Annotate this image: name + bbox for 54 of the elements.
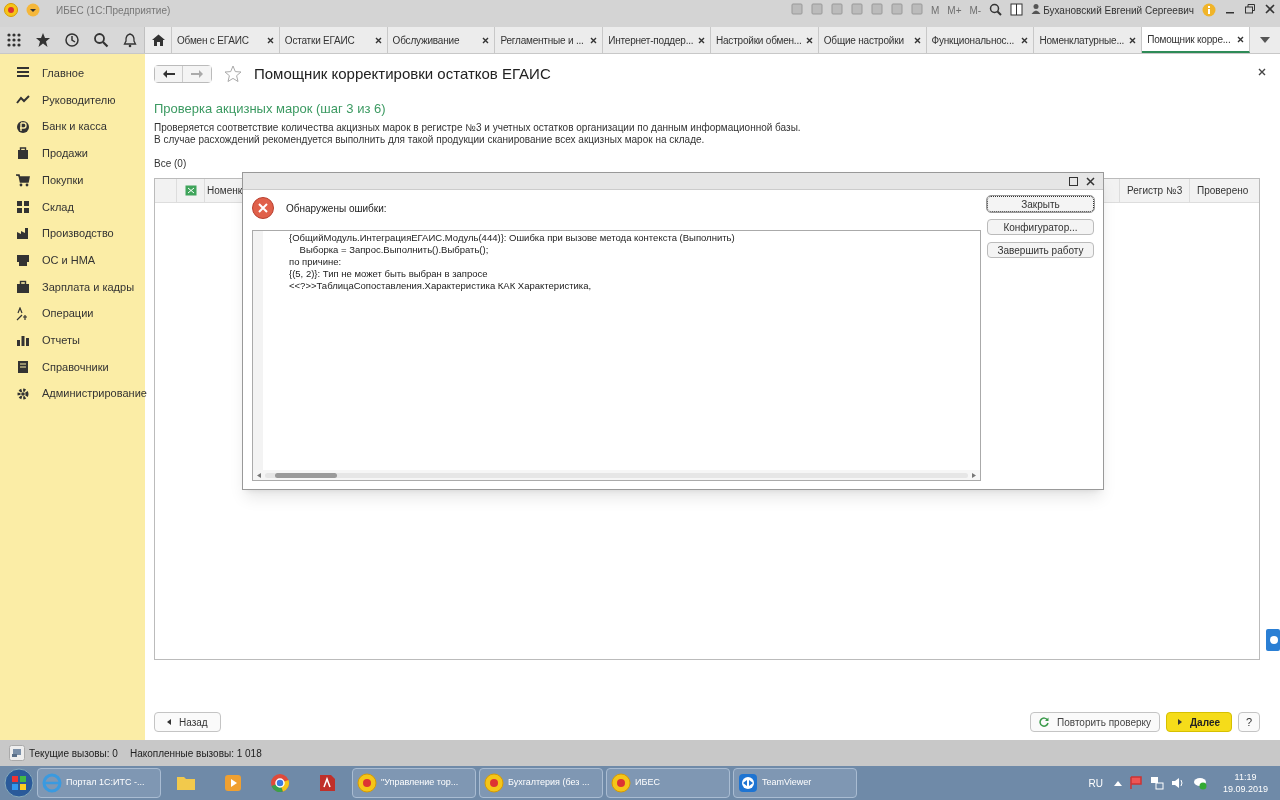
sidebar-item[interactable]: Администрирование [0, 380, 145, 407]
error-text-line: {(5, 2)}: Тип не может быть выбран в запросе [289, 268, 489, 280]
clock-date[interactable]: 19.09.2019 [1222, 783, 1268, 795]
tab[interactable]: Интернет-поддер... [603, 27, 711, 53]
memory-button[interactable]: M [930, 3, 940, 18]
dialog-button[interactable]: Конфигуратор... [987, 219, 1094, 235]
accumulated-calls: Накопленные вызовы: 1 018 [129, 746, 262, 761]
tab[interactable]: Обмен с ЕГАИС [172, 27, 280, 53]
column-header: Проверено [1189, 179, 1259, 202]
sidebar-item[interactable]: Склад [0, 193, 145, 221]
sidebar-item[interactable]: Производство [0, 220, 145, 247]
user-name: Бухановский Евгений Сергеевич [1043, 4, 1194, 18]
window-title: ИБЕС (1С:Предприятие) [56, 4, 171, 18]
sidebar-item[interactable]: Покупки [0, 166, 145, 194]
tab[interactable]: Номенклатурные... [1034, 27, 1143, 53]
step-title: Проверка акцизных марок (шаг 3 из 6) [154, 99, 387, 118]
column-header: Регистр №3 [1119, 179, 1189, 202]
current-calls: Текущие вызовы: 0 [29, 746, 118, 761]
language-indicator[interactable]: RU [1088, 775, 1103, 791]
clock-time[interactable]: 11:19 [1234, 771, 1257, 783]
sidebar-item[interactable]: Главное [0, 60, 145, 87]
sidebar-item[interactable]: ОС и НМА [0, 246, 145, 274]
tab[interactable]: Регламентные и ... [495, 27, 604, 53]
description-text: В случае расхождений рекомендуется выполнить для такой продукции сканирование всех акцизных марок на складе. [154, 134, 706, 146]
tab[interactable]: Помощник корре... [1142, 27, 1250, 53]
sidebar-item[interactable]: Зарплата и кадры [0, 273, 145, 301]
sidebar-item[interactable]: Отчеты [0, 326, 145, 354]
error-text-line: Выборка = Запрос.Выполнить().Выбрать(); [298, 244, 490, 256]
tab[interactable]: Остатки ЕГАИС [279, 27, 388, 53]
tab[interactable]: Обслуживание [387, 27, 496, 53]
filter-link[interactable]: Все (0) [154, 156, 187, 171]
error-text-line: по причине: [289, 256, 343, 268]
tab[interactable]: Общие настройки [818, 27, 927, 53]
help-button[interactable]: ? [1238, 712, 1260, 732]
next-button[interactable]: Далее [1166, 712, 1232, 732]
error-text-line: {ОбщийМодуль.ИнтеграцияЕГАИС.Модуль(444)}: Ошибка при вызове метода контекста (Выполнить) [289, 232, 736, 244]
sidebar-item[interactable]: Операции [0, 300, 145, 327]
sidebar-item[interactable]: Банк и касса [0, 113, 145, 141]
column-header: Номенк [206, 184, 243, 198]
sidebar-item[interactable]: Продажи [0, 140, 145, 167]
back-button[interactable]: Назад [154, 712, 221, 732]
description-text: Проверяется соответствие количества акцизных марок в регистре №3 и учетных остатков организации по данным информационной базы. [154, 122, 802, 134]
tab[interactable]: Настройки обмен... [711, 27, 819, 53]
form-title: Помощник корректировки остатков ЕГАИС [254, 64, 551, 84]
dialog-button[interactable]: Закрыть [987, 196, 1094, 212]
error-text-line: <<?>>ТаблицаСопоставления.Характеристика КАК Характеристика, [289, 280, 593, 292]
retry-button[interactable]: Повторить проверку [1030, 712, 1160, 732]
tab[interactable]: Функциональнос... [926, 27, 1035, 53]
sidebar-item[interactable]: Руководителю [0, 86, 145, 114]
error-heading: Обнаружены ошибки: [286, 201, 387, 216]
memory-button[interactable]: M+ [947, 3, 962, 18]
sidebar-item[interactable]: Справочники [0, 353, 145, 381]
dialog-button[interactable]: Завершить работу [987, 242, 1094, 258]
memory-button[interactable]: M- [969, 3, 982, 18]
